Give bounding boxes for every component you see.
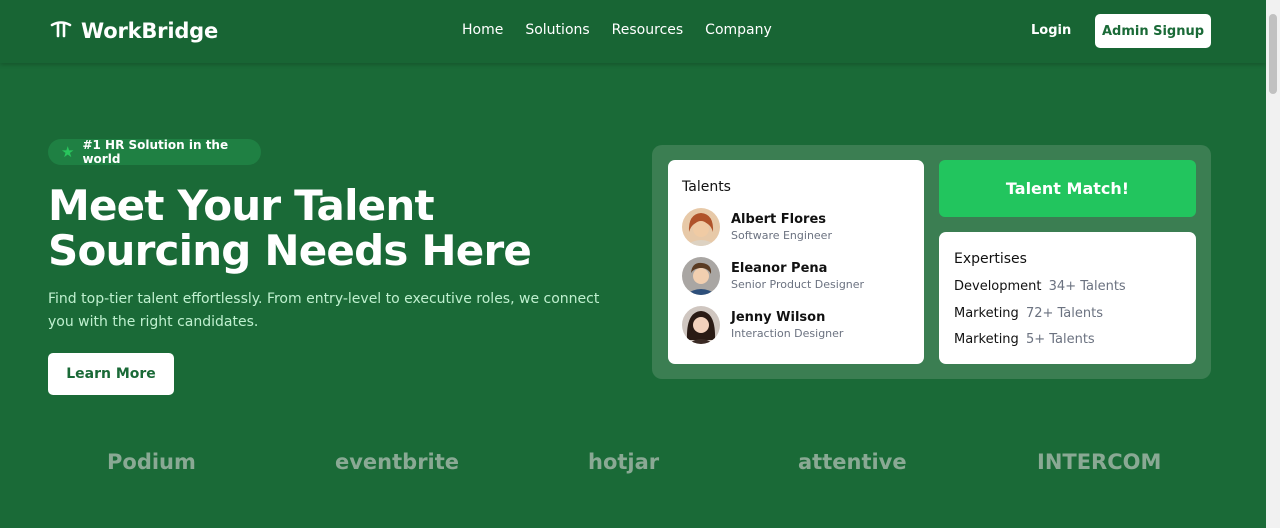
expertise-count: 5+ Talents [1025,332,1095,347]
talent-name: Eleanor Pena [731,260,828,276]
talent-item[interactable]: Eleanor Pena Senior Product Designer [682,257,864,295]
expertises-title: Expertises [954,251,1027,267]
scrollbar[interactable] [1266,0,1280,528]
star-icon: ★ [61,142,75,161]
talents-title: Talents [682,179,731,195]
expertise-field: Development [954,279,1042,294]
hero-title-line2: Sourcing Needs Here [48,226,532,275]
expertise-field: Marketing [954,306,1019,321]
scrollbar-thumb[interactable] [1269,14,1277,94]
navbar: WorkBridge Home Solutions Resources Comp… [0,0,1266,63]
nav-link-solutions[interactable]: Solutions [525,22,589,38]
partner-logo-podium: Podium [107,450,196,474]
expertise-count: 34+ Talents [1048,279,1126,294]
expertise-row[interactable]: Development 34+ Talents [954,279,1126,294]
talent-name: Albert Flores [731,211,827,227]
hero-title: Meet Your Talent Sourcing Needs Here [48,183,608,273]
talent-item[interactable]: Albert Flores Software Engineer [682,208,832,246]
hero-title-line1: Meet Your Talent [48,181,435,230]
learn-more-button[interactable]: Learn More [48,353,174,395]
expertise-count: 72+ Talents [1025,306,1103,321]
partner-logo-attentive: attentive [798,450,907,474]
hero-badge: ★ #1 HR Solution in the world [48,138,261,166]
talent-item[interactable]: Jenny Wilson Interaction Designer [682,306,843,344]
hero-subtitle: Find top-tier talent effortlessly. From … [48,291,600,330]
partner-logo-eventbrite: eventbrite [335,450,460,474]
admin-signup-button[interactable]: Admin Signup [1095,14,1211,48]
expertises-card: Expertises Development 34+ Talents Marke… [939,232,1196,364]
partner-logo-intercom: INTERCOM [1037,450,1162,474]
talent-role: Software Engineer [731,228,832,242]
expertise-row[interactable]: Marketing 72+ Talents [954,306,1103,321]
avatar [682,257,720,295]
hero-badge-text: #1 HR Solution in the world [82,138,229,166]
nav-link-resources[interactable]: Resources [612,22,684,38]
talents-card: Talents Albert Flores Software Engineer [668,160,924,364]
nav-links: Home Solutions Resources Company [462,22,772,38]
talent-role: Senior Product Designer [731,277,865,291]
nav-link-company[interactable]: Company [705,22,772,38]
nav-link-home[interactable]: Home [462,22,503,38]
login-link[interactable]: Login [1031,23,1071,38]
partner-logo-hotjar: hotjar [588,450,660,474]
avatar [682,306,720,344]
expertise-field: Marketing [954,332,1019,347]
talent-name: Jenny Wilson [731,309,826,325]
brand-logo-icon [50,18,72,44]
expertise-row[interactable]: Marketing 5+ Talents [954,332,1095,347]
brand[interactable]: WorkBridge [50,18,218,44]
avatar [682,208,720,246]
talent-role: Interaction Designer [731,326,844,340]
talent-match-button[interactable]: Talent Match! [939,160,1196,217]
brand-name: WorkBridge [81,19,219,43]
